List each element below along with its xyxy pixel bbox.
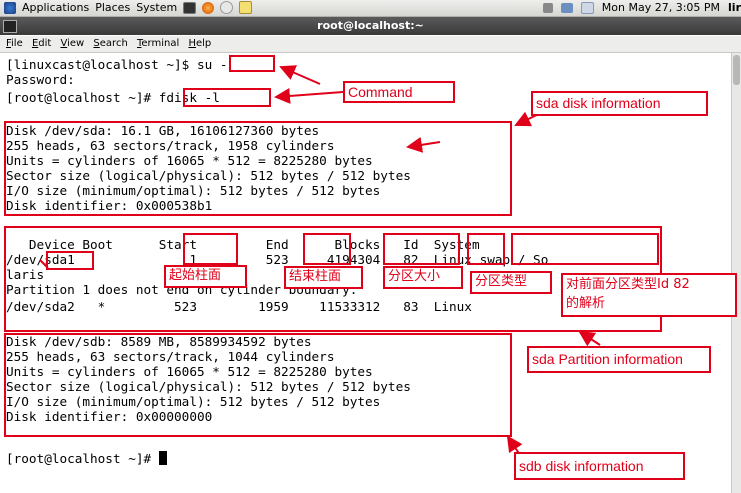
terminal-line: [linuxcast@localhost ~]$ su - xyxy=(6,57,228,72)
user-menu[interactable]: lir xyxy=(728,1,741,14)
menu-edit[interactable]: Edit xyxy=(32,38,51,49)
window-titlebar[interactable]: root@localhost:~ xyxy=(0,17,741,35)
update-icon[interactable] xyxy=(580,1,594,14)
fdisk-highlight-box xyxy=(183,88,271,107)
terminal-prompt: [root@localhost ~]# xyxy=(6,451,159,466)
window-title: root@localhost:~ xyxy=(317,19,424,32)
menu-view[interactable]: View xyxy=(61,38,85,49)
firefox-icon[interactable] xyxy=(202,1,215,14)
end-column-box xyxy=(303,233,351,265)
type-id-explanation-line2: 的解析 xyxy=(566,296,606,311)
applications-menu[interactable]: Applications xyxy=(22,1,89,14)
menu-file[interactable]: File xyxy=(6,38,23,49)
command-label: Command xyxy=(343,81,455,103)
terminal-menubar: File Edit View Search Terminal Help xyxy=(0,36,741,53)
system-column-box xyxy=(511,233,659,265)
volume-icon[interactable] xyxy=(542,2,553,13)
menu-help[interactable]: Help xyxy=(188,38,211,49)
notes-icon[interactable] xyxy=(239,1,253,14)
su-highlight-box xyxy=(229,55,275,72)
sda-disk-label: sda disk information xyxy=(531,91,708,116)
sdb-disk-label: sdb disk information xyxy=(514,452,685,480)
top-panel: Applications Places System Mon May 27, 3… xyxy=(0,0,741,17)
terminal-line: Password: xyxy=(6,72,75,87)
help-icon[interactable] xyxy=(220,1,234,14)
terminal-prompt-line: [root@localhost ~]# xyxy=(6,451,167,466)
clock[interactable]: Mon May 27, 3:05 PM xyxy=(602,1,720,14)
sda1-highlight-box xyxy=(46,251,94,270)
id-column-box xyxy=(467,233,505,265)
sdb-disk-box xyxy=(4,333,512,437)
start-cylinder-label: 起始柱面 xyxy=(164,265,247,288)
type-id-explanation-line1: 对前面分区类型Id 82 xyxy=(566,277,690,292)
system-menu[interactable]: System xyxy=(136,1,177,14)
sda-partition-label: sda Partition information xyxy=(527,346,711,373)
sda-disk-box xyxy=(4,121,512,216)
type-id-explanation-label: 对前面分区类型Id 82 的解析 xyxy=(561,273,737,317)
terminal-launcher-icon[interactable] xyxy=(183,1,197,14)
blocks-column-box xyxy=(383,233,460,265)
menu-terminal[interactable]: Terminal xyxy=(137,38,179,49)
partition-type-label: 分区类型 xyxy=(470,271,552,294)
start-column-box xyxy=(183,233,238,265)
partition-size-label: 分区大小 xyxy=(383,266,463,289)
end-cylinder-label: 结束柱面 xyxy=(284,266,363,289)
places-menu[interactable]: Places xyxy=(95,1,130,14)
scrollbar-thumb[interactable] xyxy=(733,55,740,85)
text-cursor xyxy=(158,451,167,465)
network-icon[interactable] xyxy=(560,2,573,13)
menu-search[interactable]: Search xyxy=(93,38,127,49)
gnome-foot-icon[interactable] xyxy=(4,1,16,14)
